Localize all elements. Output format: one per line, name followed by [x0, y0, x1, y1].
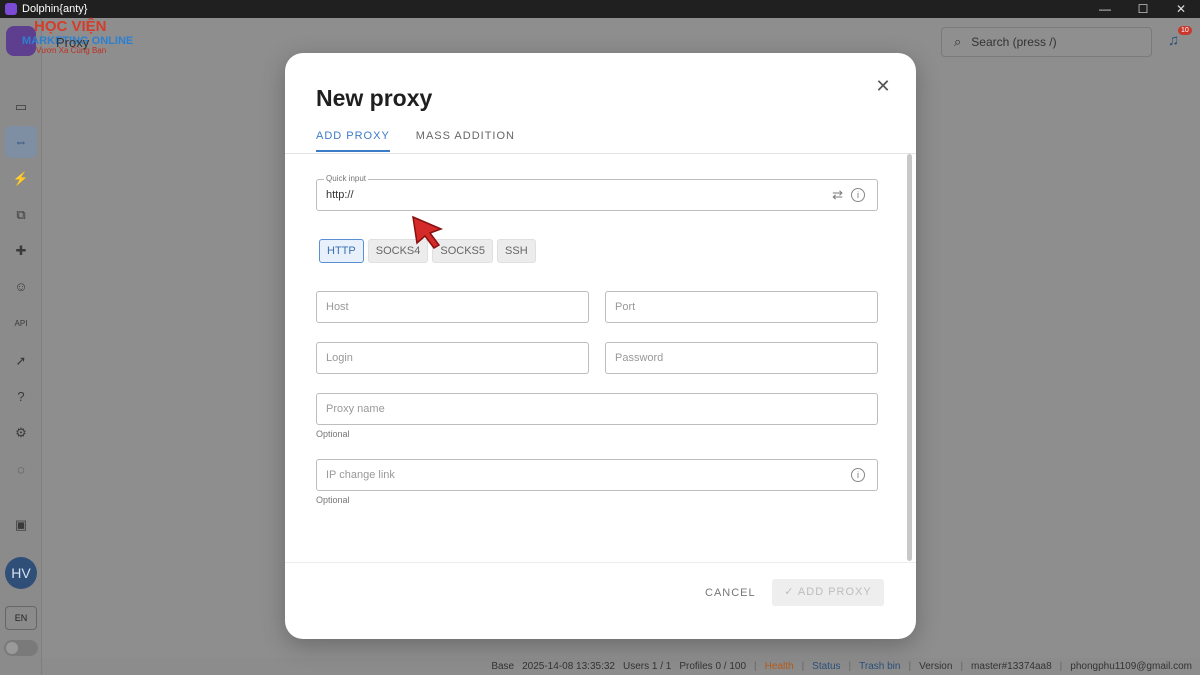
sidebar: ▭ ⇔ ⚡ ⧉ ✚ ☺ API ➚ ? ⚙ ◌ ▣ HV EN [0, 18, 42, 675]
search-input[interactable]: ⌕ Search (press /) [941, 27, 1152, 57]
type-ssh-button[interactable]: SSH [497, 239, 536, 263]
host-input[interactable]: Host [316, 291, 589, 323]
quick-input-info-icon[interactable]: i [851, 187, 865, 202]
users-icon[interactable]: ☺ [12, 278, 30, 296]
brand-line-1: HỌC VIỆN [34, 18, 107, 35]
status-build: master#13374aa8 [971, 661, 1052, 672]
notification-bell-icon[interactable]: ♫ 10 [1168, 26, 1192, 50]
host-placeholder: Host [326, 301, 349, 313]
ip-change-placeholder: IP change link [326, 469, 395, 481]
cancel-button[interactable]: CANCEL [705, 587, 756, 599]
port-input[interactable]: Port [605, 291, 878, 323]
password-input[interactable]: Password [605, 342, 878, 374]
copy-icon[interactable]: ⧉ [12, 206, 30, 224]
maximize-button[interactable]: ☐ [1124, 2, 1162, 16]
type-http-button[interactable]: HTTP [319, 239, 364, 263]
port-placeholder: Port [615, 301, 636, 313]
login-placeholder: Login [326, 352, 353, 364]
status-version: Version [919, 661, 953, 672]
page-title: Proxy [56, 35, 90, 50]
tab-add-proxy[interactable]: ADD PROXY [316, 130, 390, 152]
help-icon[interactable]: ? [12, 388, 30, 406]
status-email: phongphu1109@gmail.com [1070, 661, 1192, 672]
app-icon [5, 3, 17, 15]
proxy-link-icon[interactable]: ⇔ [5, 126, 37, 158]
browser-profiles-icon[interactable]: ▭ [12, 98, 30, 116]
settings-icon[interactable]: ⚙ [12, 424, 30, 442]
proxy-name-helper: Optional [316, 429, 350, 439]
close-icon[interactable]: ✕ [874, 77, 892, 95]
dialog-scrollbar[interactable] [907, 154, 912, 561]
language-button[interactable]: EN [5, 606, 37, 630]
ip-change-helper: Optional [316, 495, 350, 505]
footer-divider [285, 562, 916, 563]
automation-icon[interactable]: ⚡ [12, 170, 30, 188]
password-placeholder: Password [615, 352, 664, 364]
window-titlebar: Dolphin{anty} — ☐ ✕ [0, 0, 1200, 18]
proxy-name-input[interactable]: Proxy name [316, 393, 878, 425]
dialog-tabs: ADD PROXY MASS ADDITION [316, 130, 515, 152]
search-placeholder: Search (press /) [971, 35, 1057, 49]
status-health-link[interactable]: Health [765, 661, 794, 672]
rocket-icon[interactable]: ➚ [12, 352, 30, 370]
status-trash-link[interactable]: Trash bin [859, 661, 900, 672]
ip-change-link-input[interactable]: IP change link i [316, 459, 878, 491]
status-profiles: Profiles 0 / 100 [679, 661, 747, 672]
tabs-divider [285, 153, 916, 154]
wallet-icon[interactable]: ▣ [12, 516, 30, 534]
tab-mass-addition[interactable]: MASS ADDITION [416, 130, 515, 152]
ip-change-info-icon[interactable]: i [851, 467, 865, 482]
status-base: Base [491, 661, 515, 672]
extensions-icon[interactable]: ✚ [12, 242, 30, 260]
api-icon[interactable]: API [12, 315, 30, 333]
quick-input-field[interactable]: Quick input http:// ⇄ i [316, 174, 878, 211]
search-icon: ⌕ [954, 34, 962, 49]
quick-input-value: http:// [326, 189, 354, 201]
status-status-link[interactable]: Status [812, 661, 840, 672]
theme-toggle[interactable] [4, 640, 38, 656]
notification-badge: 10 [1178, 26, 1192, 35]
status-bar: Base 2025-14-08 13:35:32 Users 1 / 1 Pro… [42, 658, 1200, 675]
status-users: Users 1 / 1 [622, 661, 672, 672]
login-input[interactable]: Login [316, 342, 589, 374]
window-close-button[interactable]: ✕ [1162, 2, 1200, 16]
dialog-title: New proxy [316, 85, 433, 111]
status-datetime: 2025-14-08 13:35:32 [522, 661, 615, 672]
mouse-cursor-icon [412, 215, 444, 249]
avatar[interactable]: HV [5, 557, 37, 589]
new-proxy-dialog: New proxy ✕ ADD PROXY MASS ADDITION Quic… [285, 53, 916, 639]
quick-input-label: Quick input [324, 174, 369, 183]
swap-icon[interactable]: ⇄ [832, 187, 843, 203]
minimize-button[interactable]: — [1086, 2, 1124, 16]
lightbulb-icon[interactable]: ◌ [12, 461, 30, 479]
window-title: Dolphin{anty} [22, 3, 88, 15]
add-proxy-button[interactable]: ✓ ADD PROXY [772, 579, 884, 606]
proxy-name-placeholder: Proxy name [326, 403, 385, 415]
